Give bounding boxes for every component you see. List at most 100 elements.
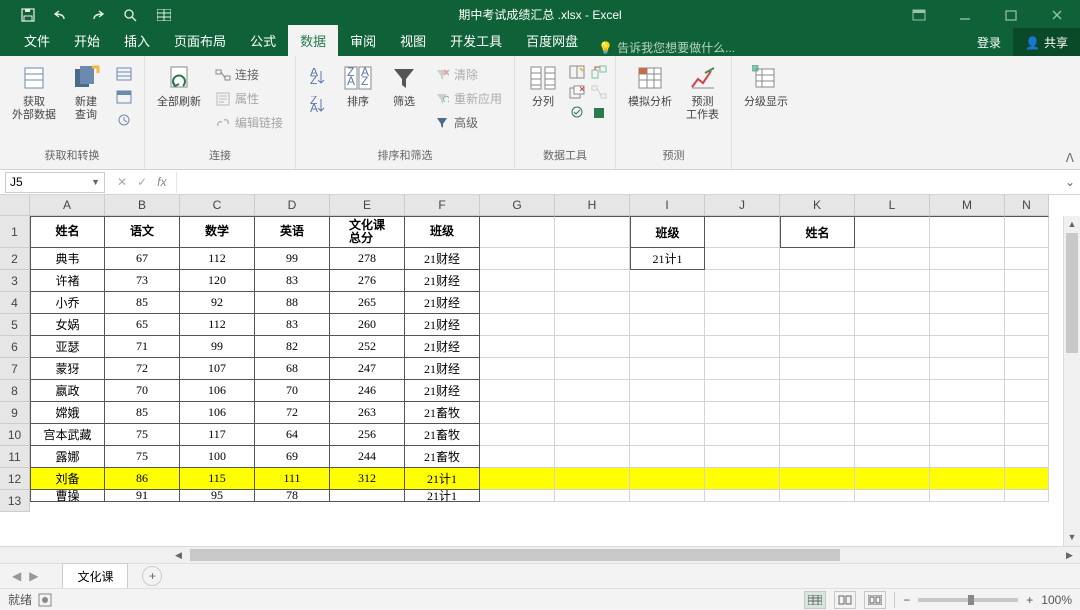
col-header[interactable]: E (330, 195, 405, 216)
enter-formula-icon[interactable]: ✓ (137, 175, 147, 189)
new-query-button[interactable]: 新建 查询 (66, 60, 106, 124)
cell[interactable] (855, 216, 930, 248)
cell[interactable]: 72 (255, 402, 330, 424)
tab-开始[interactable]: 开始 (62, 25, 112, 56)
row-header[interactable]: 7 (0, 358, 30, 380)
reapply-button[interactable]: 重新应用 (430, 88, 506, 109)
cell[interactable]: 21计1 (405, 490, 480, 502)
expand-formula-icon[interactable]: ⌄ (1060, 175, 1080, 189)
cell[interactable]: 71 (105, 336, 180, 358)
cell[interactable]: 21畜牧 (405, 446, 480, 468)
next-sheet-icon[interactable]: ▶ (29, 569, 38, 583)
cell[interactable] (930, 336, 1005, 358)
cell[interactable] (330, 490, 405, 502)
cell[interactable] (930, 216, 1005, 248)
cell[interactable]: 107 (180, 358, 255, 380)
cell[interactable] (630, 468, 705, 490)
cell[interactable] (780, 358, 855, 380)
from-table-button[interactable] (112, 87, 136, 107)
ribbon-options-icon[interactable] (896, 0, 942, 29)
cell[interactable] (630, 402, 705, 424)
cell[interactable] (930, 358, 1005, 380)
maximize-icon[interactable] (988, 0, 1034, 29)
row-header[interactable]: 1 (0, 216, 30, 248)
cell[interactable]: 265 (330, 292, 405, 314)
cell[interactable] (855, 468, 930, 490)
tab-审阅[interactable]: 审阅 (338, 25, 388, 56)
name-box[interactable]: J5▼ (5, 172, 105, 193)
collapse-ribbon-icon[interactable]: ᐱ (1066, 151, 1074, 165)
cell[interactable] (930, 468, 1005, 490)
cell[interactable] (555, 424, 630, 446)
col-header[interactable]: H (555, 195, 630, 216)
cell[interactable]: 21财经 (405, 336, 480, 358)
cell[interactable]: 70 (105, 380, 180, 402)
zoom-level[interactable]: 100% (1041, 593, 1072, 607)
col-header[interactable]: G (480, 195, 555, 216)
cell[interactable]: 73 (105, 270, 180, 292)
chevron-down-icon[interactable]: ▼ (91, 177, 100, 187)
scroll-left-icon[interactable]: ◀ (170, 550, 187, 561)
cell[interactable] (930, 270, 1005, 292)
cell[interactable] (1005, 216, 1049, 248)
cell[interactable] (930, 402, 1005, 424)
cell[interactable] (1005, 446, 1049, 468)
cell[interactable] (480, 380, 555, 402)
cell[interactable]: 256 (330, 424, 405, 446)
cell[interactable]: 69 (255, 446, 330, 468)
cell[interactable] (480, 314, 555, 336)
cell[interactable] (855, 402, 930, 424)
cell[interactable]: 21财经 (405, 358, 480, 380)
cell[interactable]: 许褚 (30, 270, 105, 292)
col-header[interactable]: K (780, 195, 855, 216)
cell[interactable] (555, 314, 630, 336)
col-header[interactable]: N (1005, 195, 1049, 216)
cell[interactable] (555, 446, 630, 468)
cell[interactable] (705, 402, 780, 424)
cell[interactable] (555, 358, 630, 380)
cell[interactable] (705, 216, 780, 248)
cell[interactable] (480, 358, 555, 380)
cell[interactable] (480, 270, 555, 292)
cell[interactable] (1005, 270, 1049, 292)
cell[interactable]: 86 (105, 468, 180, 490)
manage-data-model-icon[interactable] (591, 104, 607, 120)
row-header[interactable]: 4 (0, 292, 30, 314)
cell[interactable]: 91 (105, 490, 180, 502)
cell[interactable] (855, 424, 930, 446)
cell[interactable]: 姓名 (30, 216, 105, 248)
cell[interactable]: 典韦 (30, 248, 105, 270)
cell[interactable]: 244 (330, 446, 405, 468)
tab-开发工具[interactable]: 开发工具 (438, 25, 514, 56)
cell[interactable]: 班级 (630, 216, 705, 248)
cell[interactable] (555, 270, 630, 292)
cell[interactable] (555, 490, 630, 502)
cell[interactable]: 82 (255, 336, 330, 358)
vertical-scrollbar[interactable]: ▲ ▼ (1063, 216, 1080, 546)
macro-record-icon[interactable] (38, 593, 52, 607)
cell[interactable] (630, 424, 705, 446)
cell[interactable] (930, 446, 1005, 468)
share-button[interactable]: 👤共享 (1013, 28, 1080, 57)
cell[interactable] (555, 292, 630, 314)
col-header[interactable]: B (105, 195, 180, 216)
cell[interactable] (705, 424, 780, 446)
cell[interactable]: 21财经 (405, 380, 480, 402)
consolidate-icon[interactable] (591, 64, 607, 80)
cell[interactable]: 83 (255, 270, 330, 292)
cell[interactable] (780, 402, 855, 424)
tab-数据[interactable]: 数据 (288, 25, 338, 56)
cell[interactable] (630, 270, 705, 292)
sheet-nav[interactable]: ◀▶ (12, 569, 38, 583)
row-header[interactable]: 12 (0, 468, 30, 490)
sort-za-button[interactable]: ZA (304, 94, 332, 116)
horizontal-scrollbar[interactable]: ◀ ▶ (0, 546, 1080, 563)
cell[interactable] (1005, 314, 1049, 336)
relationships-icon[interactable] (591, 84, 607, 100)
cell[interactable]: 21财经 (405, 270, 480, 292)
cell[interactable]: 刘备 (30, 468, 105, 490)
scroll-thumb[interactable] (1066, 233, 1078, 353)
cell[interactable]: 106 (180, 380, 255, 402)
row-header[interactable]: 2 (0, 248, 30, 270)
forecast-sheet-button[interactable]: 预测 工作表 (682, 60, 723, 124)
